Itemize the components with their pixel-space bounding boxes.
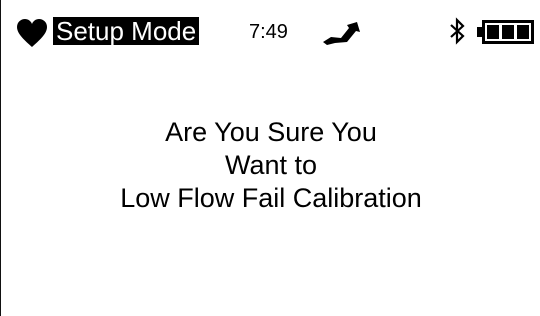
- mode-label: Setup Mode: [53, 17, 200, 45]
- bluetooth-icon: [450, 17, 465, 45]
- device-screen: Setup Mode 7:49 Are You Sure You Want to…: [0, 0, 540, 316]
- confirmation-message: Are You Sure You Want to Low Flow Fail C…: [1, 116, 540, 215]
- heart-icon: [17, 19, 47, 47]
- flow-icon: [323, 22, 360, 45]
- status-bar: Setup Mode 7:49: [1, 0, 540, 50]
- battery-icon: [477, 20, 534, 44]
- clock-time: 7:49: [249, 21, 288, 43]
- message-line: Are You Sure You: [165, 117, 377, 147]
- message-line: Want to: [224, 150, 318, 180]
- message-line: Low Flow Fail Calibration: [120, 183, 422, 213]
